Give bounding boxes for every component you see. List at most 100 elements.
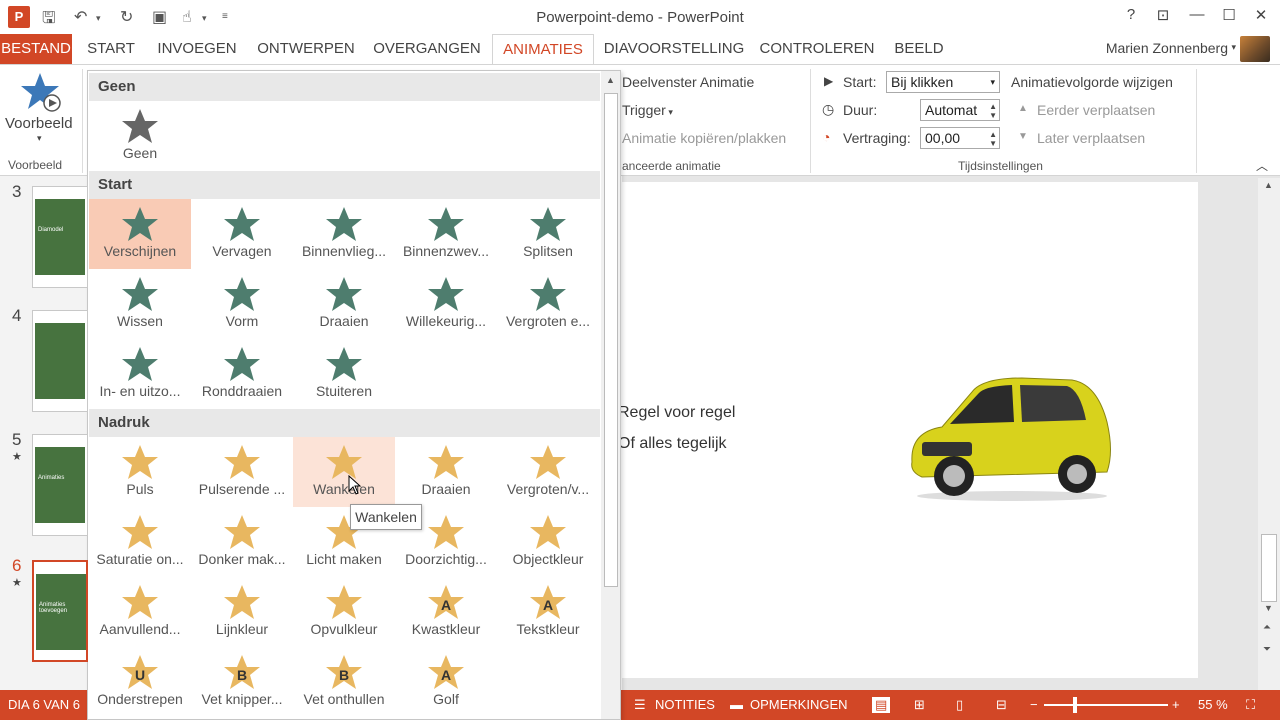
- animation-effect-item[interactable]: A Golf: [395, 647, 497, 717]
- animation-effect-item[interactable]: A Kwastkleur: [395, 577, 497, 647]
- normal-view-icon[interactable]: ▤: [872, 697, 891, 713]
- animation-effect-item[interactable]: Verschijnen: [89, 199, 191, 269]
- spin-up-icon[interactable]: ▲: [989, 102, 997, 111]
- tab-invoegen[interactable]: INVOEGEN: [150, 34, 244, 64]
- customize-qat-icon[interactable]: ≡: [222, 11, 228, 22]
- previous-slide-icon[interactable]: ⏶: [1263, 622, 1271, 633]
- animation-effect-item[interactable]: Draaien: [395, 437, 497, 507]
- tab-overgangen[interactable]: OVERGANGEN: [368, 34, 486, 64]
- animation-effect-item[interactable]: Opvulkleur: [293, 577, 395, 647]
- tab-animaties[interactable]: ANIMATIES: [492, 34, 594, 65]
- animation-effect-item[interactable]: Vergroten e...: [497, 269, 599, 339]
- zoom-out-icon[interactable]: −: [1030, 697, 1038, 712]
- animation-pane-button[interactable]: Deelvenster Animatie: [622, 74, 754, 90]
- animation-effect-item[interactable]: Draaien: [293, 269, 395, 339]
- copy-animation-button[interactable]: Animatie kopiëren/plakken: [622, 130, 786, 146]
- powerpoint-app-icon[interactable]: P: [8, 6, 30, 28]
- animation-effect-item[interactable]: Aanvullend...: [89, 577, 191, 647]
- zoom-in-icon[interactable]: +: [1172, 697, 1180, 712]
- scrollbar-thumb[interactable]: [1261, 534, 1277, 602]
- duration-input[interactable]: Automat ▲ ▼: [920, 99, 1000, 121]
- comments-button[interactable]: OPMERKINGEN: [750, 697, 848, 712]
- animation-effect-item[interactable]: A Tekstkleur: [497, 577, 599, 647]
- slide-sorter-icon[interactable]: ⊞: [914, 697, 925, 713]
- scrollbar-thumb[interactable]: [604, 93, 618, 587]
- minimize-icon[interactable]: —: [1184, 6, 1210, 23]
- slide-thumbnail[interactable]: [32, 310, 88, 412]
- animation-effect-item[interactable]: Vorm: [191, 269, 293, 339]
- notes-button[interactable]: NOTITIES: [655, 697, 715, 712]
- close-icon[interactable]: ✕: [1248, 6, 1274, 24]
- slideshow-icon[interactable]: ⊟: [996, 697, 1007, 713]
- move-later-button[interactable]: Later verplaatsen: [1037, 130, 1145, 146]
- animation-effect-item[interactable]: Splitsen: [497, 199, 599, 269]
- account-dropdown-icon[interactable]: ▾: [1231, 42, 1236, 53]
- animation-effect-item[interactable]: In- en uitzo...: [89, 339, 191, 409]
- animation-effect-item[interactable]: Ronddraaien: [191, 339, 293, 409]
- maximize-icon[interactable]: ☐: [1216, 6, 1242, 24]
- gallery-scrollbar[interactable]: ▲: [601, 71, 620, 719]
- save-icon[interactable]: 🖫: [42, 7, 56, 34]
- undo-icon[interactable]: ↶: [74, 7, 87, 27]
- animation-effect-item[interactable]: Wankelen: [293, 437, 395, 507]
- slide-counter[interactable]: DIA 6 VAN 6: [8, 697, 80, 712]
- tab-bestand[interactable]: BESTAND: [0, 34, 72, 64]
- animation-effect-item[interactable]: Donker mak...: [191, 507, 293, 577]
- slide-text-line[interactable]: Regel voor regel: [618, 404, 735, 422]
- tab-diavoorstelling[interactable]: DIAVOORSTELLING: [600, 34, 748, 64]
- avatar[interactable]: [1240, 36, 1270, 62]
- zoom-slider[interactable]: [1044, 704, 1168, 706]
- delay-input[interactable]: 00,00 ▲ ▼: [920, 127, 1000, 149]
- tab-controleren[interactable]: CONTROLEREN: [756, 34, 878, 64]
- ribbon-display-icon[interactable]: ⊡: [1150, 6, 1176, 24]
- animation-effect-item[interactable]: Saturatie on...: [89, 507, 191, 577]
- animation-effect-item[interactable]: U Onderstrepen: [89, 647, 191, 717]
- animation-effect-item[interactable]: Puls: [89, 437, 191, 507]
- collapse-ribbon-icon[interactable]: ︿: [1256, 157, 1268, 174]
- animation-effect-item[interactable]: Willekeurig...: [395, 269, 497, 339]
- slide-text-line[interactable]: Of alles tegelijk: [618, 435, 727, 453]
- tab-start[interactable]: START: [80, 34, 142, 64]
- spin-down-icon[interactable]: ▼: [989, 111, 997, 120]
- tab-beeld[interactable]: BEELD: [886, 34, 952, 64]
- help-icon[interactable]: ?: [1118, 6, 1144, 23]
- animation-effect-item[interactable]: Lijnkleur: [191, 577, 293, 647]
- slide-scrollbar[interactable]: ▲ ▼ ⏶ ⏷: [1258, 178, 1280, 690]
- animation-effect-item[interactable]: Stuiteren: [293, 339, 395, 409]
- next-slide-icon[interactable]: ⏷: [1263, 644, 1271, 655]
- redo-icon[interactable]: ↻: [120, 7, 133, 27]
- move-earlier-button[interactable]: Eerder verplaatsen: [1037, 102, 1155, 118]
- slide-thumbnail[interactable]: Diamodel: [32, 186, 88, 288]
- trigger-button[interactable]: Trigger ▾: [622, 102, 673, 118]
- reading-view-icon[interactable]: ▯: [956, 697, 963, 713]
- zoom-slider-handle[interactable]: [1073, 697, 1077, 713]
- animation-effect-item[interactable]: Vergroten/v...: [497, 437, 599, 507]
- user-name[interactable]: Marien Zonnenberg: [1106, 40, 1228, 56]
- animation-effect-item[interactable]: Vervagen: [191, 199, 293, 269]
- scroll-up-icon[interactable]: ▲: [1264, 180, 1273, 190]
- car-image[interactable]: [902, 372, 1122, 502]
- tab-ontwerpen[interactable]: ONTWERPEN: [252, 34, 360, 64]
- scroll-up-icon[interactable]: ▲: [606, 75, 615, 85]
- animation-effect-item[interactable]: Pulserende ...: [191, 437, 293, 507]
- animation-effect-item[interactable]: Objectkleur: [497, 507, 599, 577]
- touch-mode-icon[interactable]: ☝: [182, 7, 192, 27]
- zoom-level[interactable]: 55 %: [1198, 697, 1228, 712]
- animation-effect-item[interactable]: Wissen: [89, 269, 191, 339]
- spin-down-icon[interactable]: ▼: [989, 139, 997, 148]
- start-select[interactable]: Bij klikken ▾: [886, 71, 1000, 93]
- animation-effect-item[interactable]: B Vet onthullen: [293, 647, 395, 717]
- animation-effect-item[interactable]: Binnenzwev...: [395, 199, 497, 269]
- animation-effect-item[interactable]: B Vet knipper...: [191, 647, 293, 717]
- slide-thumbnail[interactable]: Animaties: [32, 434, 88, 536]
- animation-effect-item[interactable]: Geen: [89, 101, 191, 171]
- touch-dropdown-icon[interactable]: ▾: [202, 13, 207, 24]
- spin-up-icon[interactable]: ▲: [989, 130, 997, 139]
- from-beginning-icon[interactable]: ▣: [152, 7, 167, 27]
- undo-dropdown-icon[interactable]: ▾: [96, 13, 101, 24]
- scroll-down-icon[interactable]: ▼: [1264, 603, 1273, 613]
- fit-slide-icon[interactable]: ⛶: [1246, 697, 1255, 713]
- slide-canvas[interactable]: Regel voor regel Of alles tegelijk: [618, 182, 1198, 678]
- animation-effect-item[interactable]: Binnenvlieg...: [293, 199, 395, 269]
- slide-thumbnail[interactable]: Animaties toevoegen: [32, 560, 88, 662]
